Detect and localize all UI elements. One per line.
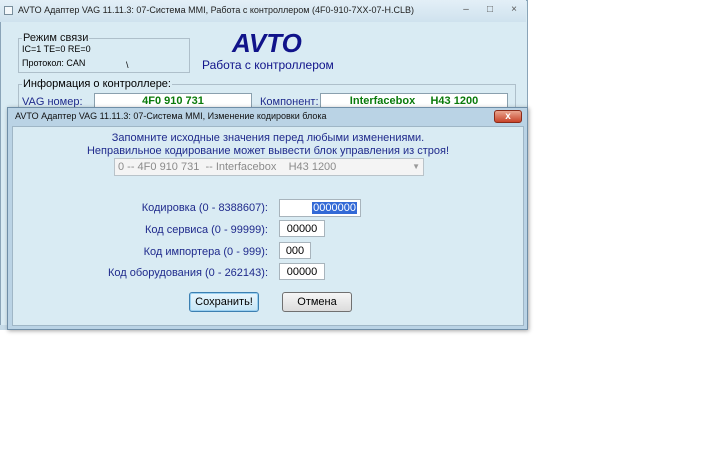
chevron-down-icon: ▼: [412, 162, 420, 171]
save-button[interactable]: Сохранить!: [189, 292, 259, 312]
main-window-title: AVTO Адаптер VAG 11.11.3: 07-Система MMI…: [18, 5, 415, 15]
service-code-label: Код сервиса (0 - 99999):: [144, 224, 268, 236]
controller-select-value: 0 -- 4F0 910 731 -- Interfacebox H43 120…: [118, 161, 337, 173]
protocol-text: Протокол: CAN: [22, 58, 86, 68]
app-icon: [4, 6, 13, 15]
main-subtitle: Работа с контроллером: [202, 58, 334, 72]
warning-line-2: Неправильное кодирование может вывести б…: [86, 145, 450, 157]
importer-code-input[interactable]: 000: [279, 242, 311, 259]
service-code-input[interactable]: 00000: [279, 220, 325, 237]
coding-input-value: 0000000: [312, 202, 357, 214]
minimize-button[interactable]: –: [456, 3, 476, 17]
close-main-button[interactable]: ×: [504, 3, 524, 17]
connection-stats: IC=1 TE=0 RE=0: [22, 44, 91, 54]
main-window-titlebar: AVTO Адаптер VAG 11.11.3: 07-Система MMI…: [0, 0, 526, 22]
controller-select[interactable]: 0 -- 4F0 910 731 -- Interfacebox H43 120…: [114, 158, 424, 176]
coding-input[interactable]: 0000000: [279, 199, 361, 217]
equipment-code-label: Код оборудования (0 - 262143):: [107, 267, 268, 279]
controller-info-heading: Информация о контроллере:: [22, 78, 172, 90]
status-marker: \: [126, 60, 129, 70]
cancel-button[interactable]: Отмена: [282, 292, 352, 312]
importer-code-label: Код импортера (0 - 999):: [143, 246, 268, 258]
equipment-code-input[interactable]: 00000: [279, 263, 325, 280]
coding-label: Кодировка (0 - 8388607):: [141, 202, 268, 214]
avto-logo: AVTO: [232, 28, 302, 58]
connection-heading: Режим связи: [22, 32, 90, 44]
warning-line-1: Запомните исходные значения перед любыми…: [111, 132, 425, 144]
maximize-button[interactable]: □: [480, 3, 500, 17]
coding-dialog-titlebar: AVTO Адаптер VAG 11.11.3: 07-Система MMI…: [7, 107, 528, 126]
coding-dialog-title: AVTO Адаптер VAG 11.11.3: 07-Система MMI…: [15, 111, 327, 121]
close-icon[interactable]: x: [494, 110, 522, 123]
